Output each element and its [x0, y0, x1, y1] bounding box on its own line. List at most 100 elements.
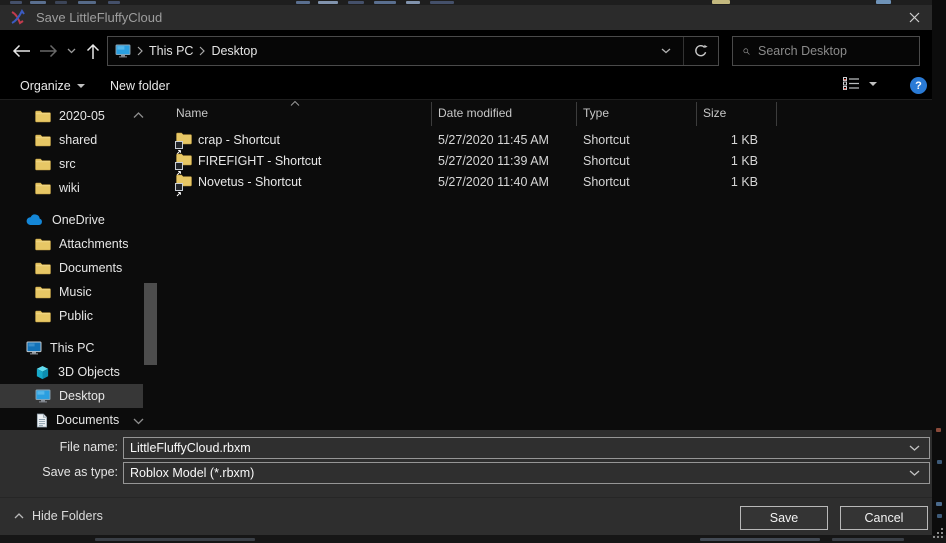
file-type: Shortcut — [583, 175, 630, 189]
filename-panel: File name: Save as type: Roblox Model (*… — [0, 430, 932, 497]
list-header: Name Date modified Type Size — [160, 100, 932, 128]
background-fragment — [937, 460, 942, 464]
refresh-button[interactable] — [684, 37, 718, 65]
file-date: 5/27/2020 11:39 AM — [438, 154, 549, 168]
column-header-type[interactable]: Type — [583, 106, 609, 120]
column-header-name[interactable]: Name — [176, 106, 208, 120]
background-fragment — [876, 0, 891, 4]
folder-icon — [35, 110, 51, 123]
sidebar-item-src[interactable]: src — [0, 152, 143, 176]
help-icon: ? — [915, 80, 922, 92]
sidebar-item-desktop[interactable]: Desktop — [0, 384, 143, 408]
shortcut-arrow-icon — [175, 162, 183, 170]
sidebar-item-public[interactable]: Public — [0, 304, 143, 328]
sidebar-item-label: src — [59, 157, 76, 171]
scrollbar-thumb[interactable] — [144, 283, 157, 365]
organize-button[interactable]: Organize — [20, 72, 85, 100]
forward-arrow-icon — [39, 44, 59, 58]
refresh-icon — [694, 44, 708, 58]
command-toolbar: Organize New folder ? — [0, 72, 932, 100]
back-button[interactable] — [8, 30, 34, 72]
chevron-up-icon — [133, 112, 144, 119]
file-name: FIREFIGHT - Shortcut — [198, 154, 321, 168]
background-fragment — [296, 1, 310, 4]
sidebar-item-attachments[interactable]: Attachments — [0, 232, 143, 256]
file-type: Shortcut — [583, 154, 630, 168]
sidebar-item-label: 3D Objects — [58, 365, 120, 379]
caret-down-icon — [77, 84, 85, 88]
address-dropdown-button[interactable] — [649, 37, 683, 65]
sidebar-item-3d-objects[interactable]: 3D Objects — [0, 360, 143, 384]
background-fragment — [318, 1, 338, 4]
file-name-combobox[interactable] — [123, 437, 930, 459]
change-view-button[interactable] — [843, 77, 877, 90]
file-row-crap-shortcut[interactable]: crap - Shortcut 5/27/2020 11:45 AM Short… — [160, 130, 932, 151]
background-fragment — [712, 0, 730, 4]
sidebar-item-label: OneDrive — [52, 213, 105, 227]
file-name-input[interactable] — [124, 441, 909, 455]
chevron-right-icon — [137, 46, 143, 56]
folder-icon — [35, 262, 51, 275]
sidebar-item-label: 2020-05 — [59, 109, 105, 123]
column-header-date-modified[interactable]: Date modified — [438, 106, 512, 120]
sidebar-item-onedrive[interactable]: OneDrive — [0, 208, 143, 232]
sidebar-item-wiki[interactable]: wiki — [0, 176, 143, 200]
save-button[interactable]: Save — [740, 506, 828, 530]
column-divider[interactable] — [576, 102, 577, 126]
caret-down-icon — [869, 82, 877, 86]
file-list: Name Date modified Type Size crap - Shor… — [160, 100, 932, 430]
new-folder-button[interactable]: New folder — [110, 72, 170, 100]
resize-grip[interactable] — [929, 524, 945, 540]
save-as-type-value: Roblox Model (*.rbxm) — [124, 466, 909, 480]
column-divider[interactable] — [696, 102, 697, 126]
column-header-size[interactable]: Size — [703, 106, 726, 120]
file-row-novetus-shortcut[interactable]: Novetus - Shortcut 5/27/2020 11:40 AM Sh… — [160, 172, 932, 193]
close-button[interactable] — [898, 5, 930, 30]
scrollbar-down-button[interactable] — [133, 412, 144, 430]
scrollbar-up-button[interactable] — [133, 106, 144, 124]
chevron-down-icon[interactable] — [909, 470, 920, 476]
sidebar-item-music[interactable]: Music — [0, 280, 143, 304]
file-row-firefight-shortcut[interactable]: FIREFIGHT - Shortcut 5/27/2020 11:39 AM … — [160, 151, 932, 172]
main-area: 2020-05 shared src wiki OneDrive Attachm… — [0, 100, 932, 430]
folder-icon — [35, 134, 51, 147]
background-fragment — [374, 1, 396, 4]
save-dialog: Save LittleFluffyCloud — [0, 5, 932, 535]
search-icon — [743, 45, 750, 58]
save-as-type-label: Save as type: — [0, 465, 118, 479]
breadcrumb-this-pc[interactable]: This PC — [149, 44, 193, 58]
sidebar-item-2020-05[interactable]: 2020-05 — [0, 104, 143, 128]
hide-folders-label: Hide Folders — [32, 509, 103, 523]
documents-icon — [35, 413, 48, 428]
background-fragment — [30, 1, 46, 4]
back-arrow-icon — [11, 44, 31, 58]
hide-folders-button[interactable]: Hide Folders — [14, 509, 103, 523]
recent-locations-button[interactable] — [62, 30, 80, 72]
search-box[interactable] — [732, 36, 920, 66]
forward-button[interactable] — [36, 30, 62, 72]
shortcut-arrow-icon — [175, 183, 183, 191]
column-divider[interactable] — [776, 102, 777, 126]
background-fragment — [937, 514, 942, 518]
sidebar-item-this-pc[interactable]: This PC — [0, 336, 143, 360]
folder-icon — [35, 158, 51, 171]
breadcrumb-desktop[interactable]: Desktop — [211, 44, 257, 58]
file-name: crap - Shortcut — [198, 133, 280, 147]
titlebar[interactable]: Save LittleFluffyCloud — [0, 5, 932, 30]
address-bar[interactable]: This PC Desktop — [107, 36, 719, 66]
up-button[interactable] — [80, 30, 106, 72]
sidebar-item-label: Attachments — [59, 237, 128, 251]
save-as-type-select[interactable]: Roblox Model (*.rbxm) — [123, 462, 930, 484]
background-right-strip — [932, 0, 946, 543]
search-input[interactable] — [758, 44, 919, 58]
sidebar-item-shared[interactable]: shared — [0, 128, 143, 152]
cancel-button[interactable]: Cancel — [840, 506, 928, 530]
background-fragment — [430, 1, 454, 4]
up-arrow-icon — [86, 42, 100, 60]
file-name: Novetus - Shortcut — [198, 175, 302, 189]
sidebar-item-documents-onedrive[interactable]: Documents — [0, 256, 143, 280]
sidebar-item-documents[interactable]: Documents — [0, 408, 143, 430]
chevron-down-icon[interactable] — [909, 445, 920, 451]
column-divider[interactable] — [431, 102, 432, 126]
help-button[interactable]: ? — [910, 77, 927, 94]
